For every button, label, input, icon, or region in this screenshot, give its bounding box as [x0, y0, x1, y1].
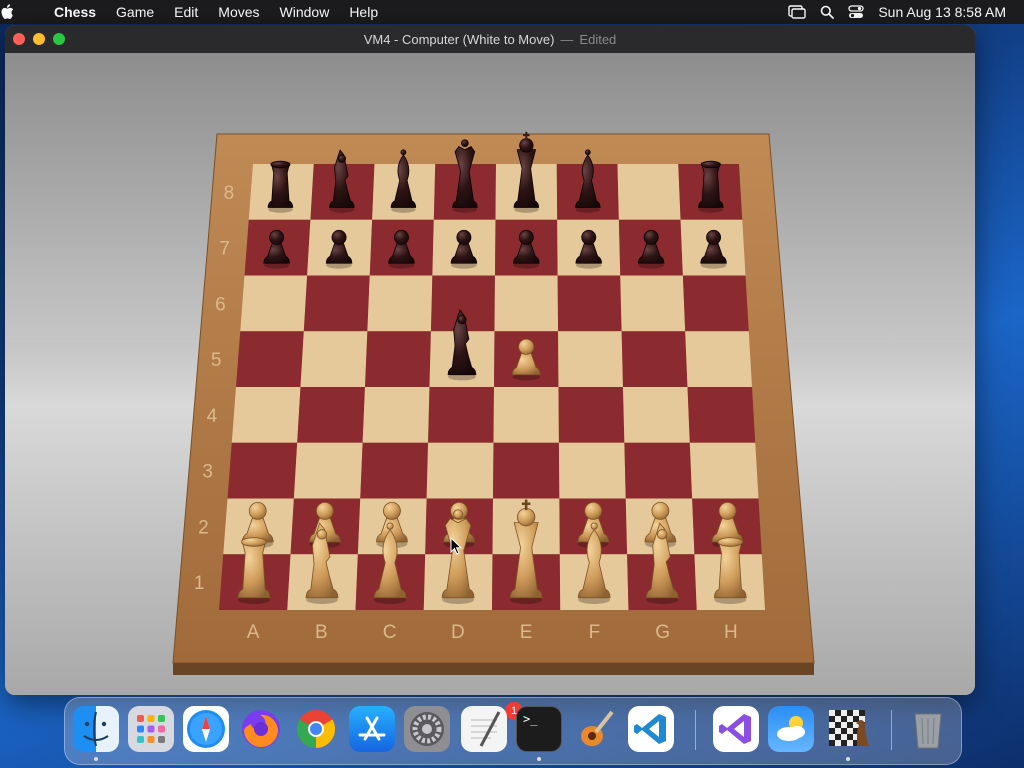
board-square-f3[interactable]	[558, 442, 626, 499]
board-square-b5[interactable]	[300, 331, 368, 387]
weather-icon[interactable]	[768, 706, 814, 752]
minimize-button[interactable]	[33, 33, 45, 45]
chrome-icon[interactable]	[293, 706, 339, 752]
chess-icon[interactable]	[825, 706, 871, 752]
textedit-icon[interactable]	[461, 706, 507, 752]
board-square-f5[interactable]	[558, 331, 623, 387]
spotlight-search-icon[interactable]	[820, 5, 835, 19]
board-square-a4[interactable]	[231, 387, 301, 443]
safari-icon[interactable]	[183, 706, 229, 752]
menu-game[interactable]: Game	[106, 0, 164, 24]
edited-indicator: Edited	[579, 31, 617, 47]
vscode-icon[interactable]	[628, 706, 674, 752]
chess-running-indicator	[846, 757, 850, 761]
board-square-g5[interactable]	[621, 331, 688, 387]
menu-window[interactable]: Window	[270, 0, 340, 24]
board-square-d3[interactable]	[426, 442, 494, 499]
menu-help[interactable]: Help	[339, 0, 388, 24]
board-square-a6[interactable]	[240, 275, 308, 332]
board-square-b4[interactable]	[297, 387, 365, 443]
menu-bar: Chess Game Edit Moves Window Help Sun Au…	[0, 0, 1024, 24]
screen-mirroring-icon[interactable]	[788, 5, 807, 19]
rank-label-3: 3	[202, 462, 213, 483]
finder-running-indicator	[94, 757, 98, 761]
file-label-f: F	[589, 622, 601, 643]
board-square-b6[interactable]	[303, 275, 370, 332]
rank-label-7: 7	[219, 239, 230, 260]
terminal-prompt: >_	[523, 712, 538, 726]
board-square-h4[interactable]	[687, 387, 756, 443]
file-label-h: H	[724, 622, 738, 643]
menu-edit[interactable]: Edit	[164, 0, 208, 24]
rank-label-2: 2	[198, 517, 209, 538]
dock-separator-trash	[891, 710, 892, 750]
app-store-icon[interactable]	[349, 706, 395, 752]
board-square-c3[interactable]	[360, 442, 429, 499]
rank-label-1: 1	[194, 573, 205, 594]
trash-icon[interactable]	[905, 706, 951, 752]
menubar-clock[interactable]: Sun Aug 13 8:58 AM	[878, 4, 1006, 20]
close-button[interactable]	[13, 33, 25, 45]
menu-app-name[interactable]: Chess	[54, 0, 106, 24]
board-square-c6[interactable]	[367, 275, 433, 332]
board-square-d4[interactable]	[428, 387, 494, 443]
file-label-e: E	[520, 622, 533, 643]
zoom-button[interactable]	[53, 33, 65, 45]
file-label-c: C	[383, 622, 397, 643]
board-square-f6[interactable]	[557, 275, 622, 332]
board-square-g8[interactable]	[617, 164, 681, 220]
board-stage: A B C D E F G H 8 7 6 5 4 3 2 1	[5, 53, 975, 695]
chess-board[interactable]: A B C D E F G H 8 7 6 5 4 3 2 1	[5, 53, 975, 695]
terminal-running-indicator	[537, 757, 541, 761]
board-square-b3[interactable]	[293, 442, 363, 499]
window-title: VM4 - Computer (White to Move)	[363, 31, 555, 47]
board-square-g6[interactable]	[620, 275, 686, 332]
board-square-h3[interactable]	[689, 442, 759, 499]
dock: 1 >_	[64, 697, 962, 765]
board-frame-edge	[173, 663, 814, 675]
launchpad-icon[interactable]	[128, 706, 174, 752]
system-settings-icon[interactable]	[404, 706, 450, 752]
board-square-a3[interactable]	[227, 442, 298, 499]
rank-label-5: 5	[211, 350, 222, 371]
menu-moves[interactable]: Moves	[208, 0, 269, 24]
rank-label-8: 8	[224, 183, 235, 204]
title-separator: —	[560, 31, 574, 47]
board-square-h6[interactable]	[682, 275, 749, 332]
apple-menu-icon[interactable]	[0, 4, 54, 20]
finder-icon[interactable]	[73, 706, 119, 752]
garageband-icon[interactable]	[572, 706, 618, 752]
file-label-g: G	[655, 622, 670, 643]
board-square-f4[interactable]	[558, 387, 625, 443]
rank-label-6: 6	[215, 294, 226, 315]
board-square-c4[interactable]	[362, 387, 430, 443]
rank-label-4: 4	[207, 406, 218, 427]
board-square-g3[interactable]	[624, 442, 693, 499]
board-square-c5[interactable]	[365, 331, 431, 387]
board-squares	[219, 164, 765, 610]
board-square-e6[interactable]	[494, 275, 559, 332]
board-square-a5[interactable]	[236, 331, 304, 387]
control-center-icon[interactable]	[848, 5, 864, 19]
visual-studio-icon[interactable]	[713, 706, 759, 752]
chess-window: VM4 - Computer (White to Move) — Edited	[5, 25, 975, 695]
file-label-b: B	[315, 622, 328, 643]
board-square-e3[interactable]	[493, 442, 560, 499]
file-label-a: A	[247, 622, 260, 643]
board-square-e4[interactable]	[493, 387, 559, 443]
board-square-h5[interactable]	[685, 331, 752, 387]
firefox-icon[interactable]	[238, 706, 284, 752]
terminal-icon[interactable]: >_	[516, 706, 562, 752]
dock-separator	[695, 710, 696, 750]
board-square-g4[interactable]	[623, 387, 690, 443]
file-label-d: D	[451, 622, 465, 643]
window-titlebar[interactable]: VM4 - Computer (White to Move) — Edited	[5, 25, 975, 53]
